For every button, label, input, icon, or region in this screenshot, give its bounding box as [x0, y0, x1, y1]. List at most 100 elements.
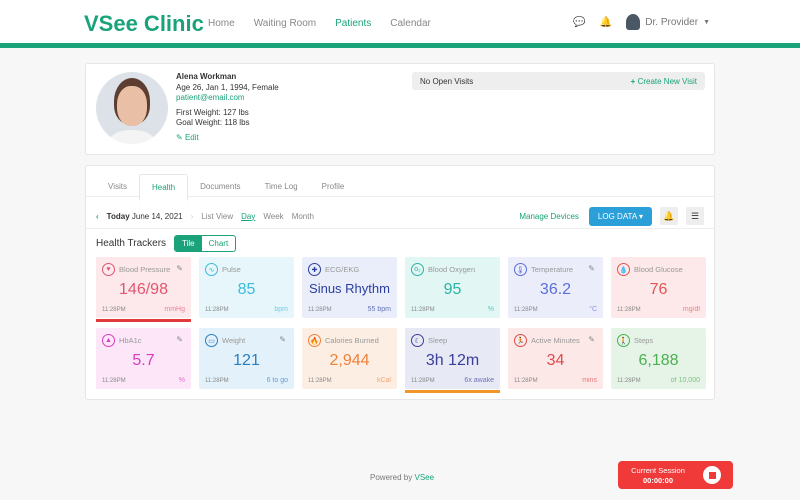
tracker-tile[interactable]: 🌡 Temperature ✎ 36.2 11:28PM °C: [508, 257, 603, 318]
tile-name: Steps: [634, 336, 653, 345]
view-month[interactable]: Month: [292, 212, 314, 221]
log-data-label: LOG DATA: [598, 212, 637, 221]
user-name: Dr. Provider: [645, 17, 698, 28]
ecg-icon: ✚: [308, 263, 321, 276]
nav-home[interactable]: Home: [208, 18, 235, 29]
current-session[interactable]: Current Session 00:00:00: [618, 461, 733, 489]
tracker-tile[interactable]: ▲ HbA1c ✎ 5.7 11:28PM %: [96, 328, 191, 389]
tile-unit: 55 bpm: [368, 306, 391, 313]
tracker-tile[interactable]: ☾ Sleep 3h 12m 11:28PM 6x awake: [405, 328, 500, 389]
tab-health[interactable]: Health: [139, 174, 188, 201]
tracker-tile[interactable]: ✚ ECG/EKG Sinus Rhythm 11:28PM 55 bpm: [302, 257, 397, 318]
scale-icon: ▭: [205, 334, 218, 347]
today-label: Today: [107, 212, 130, 221]
tile-value: 85: [199, 281, 294, 299]
tile-value: 146/98: [96, 281, 191, 299]
logo[interactable]: VSee Clinic: [84, 11, 204, 37]
tile-value: 2,944: [302, 352, 397, 370]
vsee-link[interactable]: VSee: [414, 473, 434, 482]
session-label: Current Session: [618, 466, 698, 475]
nav-calendar[interactable]: Calendar: [390, 18, 431, 29]
tile-toggle[interactable]: Tile: [175, 236, 202, 251]
tile-unit: bpm: [274, 306, 288, 313]
patient-name: Alena Workman: [176, 72, 279, 83]
tracker-tile[interactable]: 🔥 Calories Burned 2,944 11:28PM kCal: [302, 328, 397, 389]
view-week[interactable]: Week: [263, 212, 283, 221]
tile-name: Sleep: [428, 336, 447, 345]
chart-toggle[interactable]: Chart: [202, 236, 236, 251]
avatar: [626, 14, 640, 30]
tile-time: 11:28PM: [617, 307, 641, 313]
tracker-tile[interactable]: 💧 Blood Glucose 76 11:28PM mg/dl: [611, 257, 706, 318]
edit-icon[interactable]: ✎: [176, 335, 183, 344]
patient-email[interactable]: patient@email.com: [176, 93, 279, 104]
footer: Powered by VSee: [370, 473, 434, 482]
edit-icon[interactable]: ✎: [176, 264, 183, 273]
view-toggle: Tile Chart: [174, 235, 236, 252]
manage-devices-link[interactable]: Manage Devices: [519, 212, 579, 221]
view-list[interactable]: List View: [201, 212, 233, 221]
bell-icon[interactable]: 🔔: [600, 17, 612, 28]
drop-icon: 💧: [617, 263, 630, 276]
tab-documents[interactable]: Documents: [188, 174, 252, 201]
prev-date-icon[interactable]: ‹: [96, 212, 99, 221]
tracker-tile[interactable]: 🚶 Steps 6,188 11:28PM of 10,000: [611, 328, 706, 389]
toolbar: ‹ Today June 14, 2021 › List View Day We…: [96, 206, 704, 226]
visits-status: No Open Visits: [420, 77, 473, 85]
create-visit-label: Create New Visit: [638, 77, 697, 86]
date-label: June 14, 2021: [132, 212, 183, 221]
chat-icon[interactable]: 💬: [573, 17, 585, 28]
tile-name: Blood Glucose: [634, 265, 683, 274]
user-menu[interactable]: Dr. Provider ▼: [626, 14, 710, 30]
tile-time: 11:28PM: [514, 307, 538, 313]
tile-unit: mmHg: [164, 306, 185, 313]
tracker-tile[interactable]: 🏃 Active Minutes ✎ 34 11:28PM mins: [508, 328, 603, 389]
tile-value: 36.2: [508, 281, 603, 299]
tile-time: 11:28PM: [205, 307, 229, 313]
tile-value: 3h 12m: [405, 352, 500, 370]
nav-waiting-room[interactable]: Waiting Room: [254, 18, 316, 29]
edit-icon[interactable]: ✎: [588, 335, 595, 344]
stop-icon[interactable]: [703, 466, 721, 484]
tile-unit: of 10,000: [671, 377, 700, 384]
tab-visits[interactable]: Visits: [96, 174, 139, 201]
create-visit-button[interactable]: + Create New Visit: [631, 77, 697, 85]
hba1c-icon: ▲: [102, 334, 115, 347]
tile-value: Sinus Rhythm: [302, 281, 397, 296]
tile-name: Temperature: [531, 265, 573, 274]
health-card: Visits Health Documents Time Log Profile…: [85, 165, 715, 400]
bell-icon[interactable]: 🔔: [660, 207, 678, 225]
edit-icon[interactable]: ✎: [588, 264, 595, 273]
view-day[interactable]: Day: [241, 212, 255, 221]
tile-unit: 6x awake: [464, 377, 494, 384]
tab-time-log[interactable]: Time Log: [253, 174, 310, 201]
tile-time: 11:28PM: [102, 378, 126, 384]
caret-down-icon: ▼: [703, 19, 710, 26]
session-timer: 00:00:00: [618, 476, 698, 485]
heart-icon: ♥: [102, 263, 115, 276]
main-nav: Home Waiting Room Patients Calendar: [208, 18, 431, 29]
tile-value: 76: [611, 281, 706, 299]
tile-name: Pulse: [222, 265, 241, 274]
tile-unit: 6 to go: [267, 377, 288, 384]
top-header: VSee Clinic Home Waiting Room Patients C…: [0, 0, 800, 48]
nav-patients[interactable]: Patients: [335, 18, 371, 29]
tile-unit: mins: [582, 377, 597, 384]
tab-profile[interactable]: Profile: [310, 174, 357, 201]
edit-icon[interactable]: ✎: [279, 335, 286, 344]
tracker-tile[interactable]: ▭ Weight ✎ 121 11:28PM 6 to go: [199, 328, 294, 389]
current-date: Today June 14, 2021: [107, 212, 183, 221]
pulse-icon: ∿: [205, 263, 218, 276]
next-date-icon[interactable]: ›: [191, 212, 194, 221]
log-data-button[interactable]: LOG DATA ▾: [589, 207, 652, 226]
tracker-tile[interactable]: ∿ Pulse 85 11:28PM bpm: [199, 257, 294, 318]
tile-value: 6,188: [611, 352, 706, 370]
visits-bar: No Open Visits + Create New Visit: [412, 72, 705, 90]
sliders-icon[interactable]: ☰: [686, 207, 704, 225]
tile-indicator-bar: [405, 390, 500, 393]
person-active-icon: 🏃: [514, 334, 527, 347]
edit-patient-button[interactable]: ✎ Edit: [176, 133, 279, 144]
tracker-tile[interactable]: ♥ Blood Pressure ✎ 146/98 11:28PM mmHg: [96, 257, 191, 318]
tracker-tile[interactable]: o₂ Blood Oxygen 95 11:28PM %: [405, 257, 500, 318]
edit-label: Edit: [185, 133, 199, 142]
